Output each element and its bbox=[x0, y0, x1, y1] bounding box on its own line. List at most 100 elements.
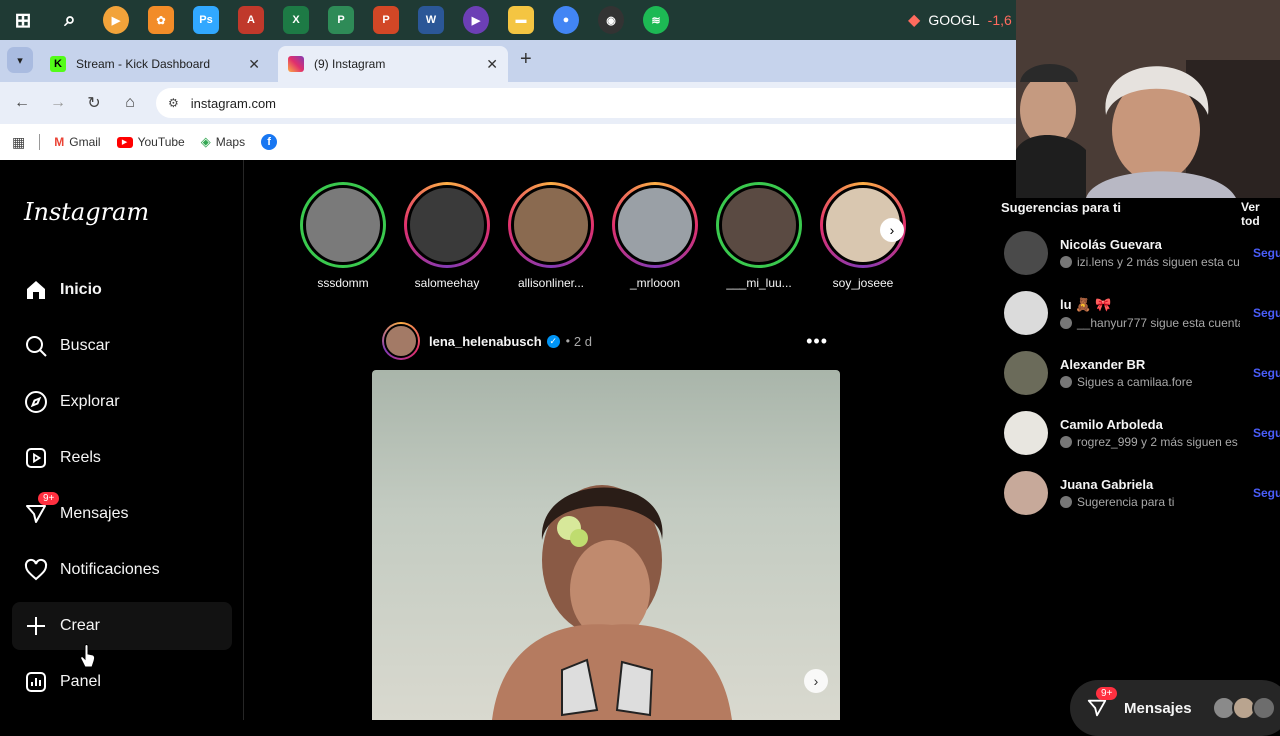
file-explorer-icon[interactable]: ▬ bbox=[508, 6, 534, 34]
story-username: _mrlooon bbox=[629, 276, 681, 290]
story-item[interactable]: _mrlooon bbox=[612, 182, 698, 290]
sidebar-item-explorar[interactable]: Explorar bbox=[12, 378, 232, 426]
tab-instagram[interactable]: (9) Instagram ✕ bbox=[278, 46, 508, 82]
apps-grid-icon[interactable]: ▦ bbox=[12, 134, 25, 151]
media-player-icon[interactable]: ▶ bbox=[103, 6, 129, 34]
avatar[interactable] bbox=[1004, 351, 1048, 395]
spotify-icon[interactable]: ≋ bbox=[643, 6, 669, 34]
suggestion-context: izi.lens y 2 más siguen esta cu bbox=[1060, 255, 1240, 269]
photoshop-icon[interactable]: Ps bbox=[193, 6, 219, 34]
bookmark-gmail[interactable]: M Gmail bbox=[54, 135, 100, 149]
tab-search-button[interactable]: ▾ bbox=[7, 47, 33, 73]
avatar[interactable] bbox=[1004, 231, 1048, 275]
back-arrow-icon[interactable]: ← bbox=[4, 94, 40, 112]
sidebar-item-label: Mensajes bbox=[60, 505, 129, 522]
address-bar-row: ← → ↻ ⌂ ⚙ instagram.com bbox=[0, 82, 1016, 124]
video-player-icon[interactable]: ▶ bbox=[463, 6, 489, 34]
post-time: 2 d bbox=[573, 333, 592, 349]
avatar[interactable] bbox=[1004, 471, 1048, 515]
follow-button[interactable]: Segu bbox=[1253, 426, 1280, 440]
suggestion-context: Sigues a camilaa.fore bbox=[1060, 375, 1240, 389]
avatar bbox=[1251, 696, 1276, 720]
messages-floating-button[interactable]: 9+ Mensajes bbox=[1070, 680, 1280, 736]
avatar[interactable] bbox=[1004, 411, 1048, 455]
more-options-icon[interactable]: ••• bbox=[806, 331, 828, 352]
messages-badge: 9+ bbox=[38, 492, 60, 505]
bookmark-label: Maps bbox=[215, 135, 246, 149]
story-item[interactable]: allisonliner... bbox=[508, 182, 594, 290]
post-separator: • bbox=[565, 334, 570, 348]
webcam-feed bbox=[1016, 0, 1280, 198]
sidebar-item-buscar[interactable]: Buscar bbox=[12, 322, 232, 370]
close-tab-icon[interactable]: ✕ bbox=[486, 56, 498, 73]
story-username: sssdomm bbox=[317, 276, 369, 290]
chart-icon bbox=[12, 670, 60, 694]
site-info-icon[interactable]: ⚙ bbox=[168, 96, 179, 110]
chrome-icon[interactable]: ● bbox=[553, 6, 579, 34]
sidebar-item-inicio[interactable]: Inicio bbox=[12, 266, 232, 314]
story-avatar bbox=[615, 185, 695, 265]
suggestion-name[interactable]: Camilo Arboleda bbox=[1060, 417, 1240, 432]
tab-kick-dashboard[interactable]: K Stream - Kick Dashboard ✕ bbox=[40, 46, 270, 82]
avatar[interactable] bbox=[1004, 291, 1048, 335]
reload-icon[interactable]: ↻ bbox=[76, 93, 112, 113]
obs-icon[interactable]: ◉ bbox=[598, 6, 624, 34]
post-image[interactable]: › bbox=[372, 370, 840, 720]
post-author-avatar[interactable] bbox=[382, 322, 420, 360]
sidebar-item-label: Notificaciones bbox=[60, 561, 160, 578]
sidebar-item-panel[interactable]: Panel bbox=[12, 658, 232, 706]
sidebar-item-reels[interactable]: Reels bbox=[12, 434, 232, 482]
tab-title: (9) Instagram bbox=[314, 57, 386, 71]
sidebar-item-label: Buscar bbox=[60, 337, 110, 354]
follow-button[interactable]: Segu bbox=[1253, 366, 1280, 380]
post-header: lena_helenabusch ✓ • 2 d ••• bbox=[382, 322, 840, 360]
suggestion-context: Sugerencia para ti bbox=[1060, 495, 1240, 509]
forward-arrow-icon[interactable]: → bbox=[40, 94, 76, 112]
new-tab-button[interactable]: + bbox=[520, 48, 532, 71]
verified-badge-icon: ✓ bbox=[546, 334, 560, 348]
story-item[interactable]: ___mi_luu... bbox=[716, 182, 802, 290]
bookmark-facebook[interactable]: f bbox=[261, 134, 278, 150]
project-icon[interactable]: P bbox=[328, 6, 354, 34]
suggestion-name[interactable]: Alexander BR bbox=[1060, 357, 1240, 372]
story-item[interactable]: sssdomm bbox=[300, 182, 386, 290]
excel-icon[interactable]: X bbox=[283, 6, 309, 34]
suggestion-name[interactable]: Nicolás Guevara bbox=[1060, 237, 1240, 252]
follow-button[interactable]: Segu bbox=[1253, 306, 1280, 320]
suggestion-row: Juana Gabriela Sugerencia para ti Segu bbox=[1004, 469, 1280, 517]
mutual-avatars-icon bbox=[1060, 436, 1072, 448]
url-text: instagram.com bbox=[190, 95, 277, 111]
home-icon[interactable]: ⌂ bbox=[112, 94, 148, 112]
sidebar-item-crear[interactable]: Crear bbox=[12, 602, 232, 650]
suggestion-name[interactable]: lu 🧸 🎀 bbox=[1060, 297, 1240, 313]
stories-next-button[interactable]: › bbox=[880, 218, 904, 242]
bookmark-maps[interactable]: ◈ Maps bbox=[201, 134, 245, 150]
stock-ticker: GOOGL bbox=[928, 12, 980, 28]
see-all-link[interactable]: Ver tod bbox=[1241, 200, 1280, 228]
follow-button[interactable]: Segu bbox=[1253, 246, 1280, 260]
mouse-cursor-icon bbox=[80, 644, 96, 673]
url-field[interactable]: ⚙ instagram.com bbox=[156, 88, 1016, 118]
close-tab-icon[interactable]: ✕ bbox=[248, 56, 260, 73]
search-icon[interactable]: ⌕ bbox=[56, 6, 84, 34]
sidebar-item-notificaciones[interactable]: Notificaciones bbox=[12, 546, 232, 594]
stock-widget[interactable]: ◆ GOOGL -1,6 bbox=[908, 10, 1012, 30]
suggestion-text: Alexander BR Sigues a camilaa.fore bbox=[1060, 357, 1240, 389]
powerpoint-icon[interactable]: P bbox=[373, 6, 399, 34]
follow-button[interactable]: Segu bbox=[1253, 486, 1280, 500]
story-ring bbox=[508, 182, 594, 268]
bookmark-youtube[interactable]: ▶ YouTube bbox=[116, 135, 185, 149]
post-username[interactable]: lena_helenabusch bbox=[429, 334, 542, 349]
sidebar-item-mensajes[interactable]: 9+ Mensajes bbox=[12, 490, 232, 538]
windows-start-icon[interactable]: ⊞ bbox=[9, 6, 37, 34]
word-icon[interactable]: W bbox=[418, 6, 444, 34]
carousel-next-button[interactable]: › bbox=[804, 669, 828, 693]
stock-trend-icon: ◆ bbox=[908, 12, 921, 29]
access-icon[interactable]: A bbox=[238, 6, 264, 34]
instagram-logo[interactable]: Instagram bbox=[24, 198, 149, 226]
suggestion-context-text: Sugerencia para ti bbox=[1077, 495, 1175, 509]
story-item[interactable]: salomeehay bbox=[404, 182, 490, 290]
suggestion-name[interactable]: Juana Gabriela bbox=[1060, 477, 1240, 492]
bookmarks-divider bbox=[39, 134, 41, 150]
fl-studio-icon[interactable]: ✿ bbox=[148, 6, 174, 34]
